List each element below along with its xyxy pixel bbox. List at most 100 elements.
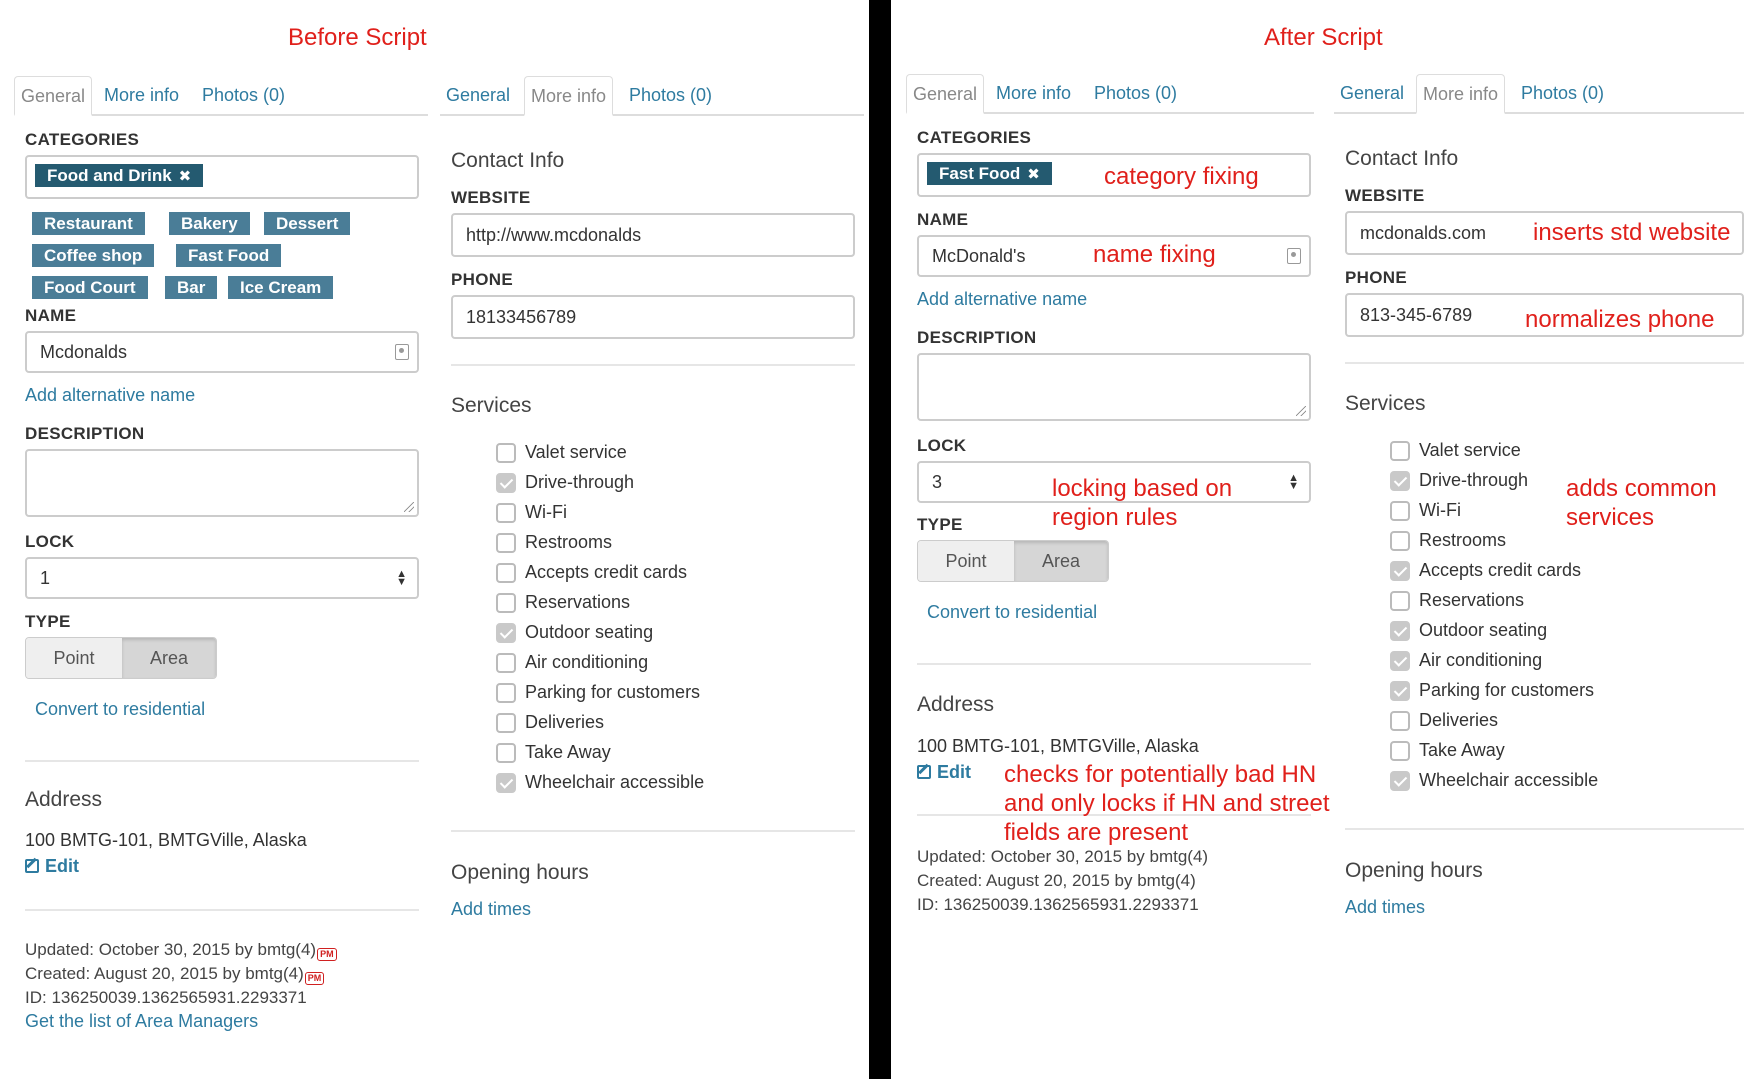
service-item[interactable]: Parking for customers [1390,680,1594,701]
service-item[interactable]: Wi-Fi [1390,500,1461,521]
service-checkbox[interactable] [496,712,516,733]
tab-more-info[interactable]: More info [524,76,614,116]
add-alternative-name-link[interactable]: Add alternative name [25,385,195,406]
service-item[interactable]: Reservations [496,592,630,613]
resize-handle-icon[interactable] [1296,406,1306,416]
category-suggestion[interactable]: Dessert [264,212,351,235]
edit-address-link[interactable]: Edit [917,762,971,783]
service-checkbox[interactable] [496,442,516,463]
tab-general[interactable]: General [440,76,516,116]
service-item[interactable]: Accepts credit cards [1390,560,1581,581]
service-checkbox[interactable] [496,532,516,553]
description-textarea[interactable] [917,353,1311,421]
category-suggestion[interactable]: Bar [165,276,218,299]
resize-handle-icon[interactable] [404,502,414,512]
description-textarea[interactable] [25,449,419,517]
service-checkbox[interactable] [496,472,516,493]
type-toggle: Point Area [917,540,1109,582]
service-item[interactable]: Deliveries [1390,710,1498,731]
tab-general[interactable]: General [14,76,93,116]
service-checkbox[interactable] [1390,500,1410,521]
selected-category-chip[interactable]: Food and Drink ✖ [35,164,204,187]
selected-category-chip[interactable]: Fast Food ✖ [927,162,1052,185]
service-checkbox[interactable] [1390,710,1410,731]
service-checkbox[interactable] [1390,740,1410,761]
service-checkbox[interactable] [496,502,516,523]
service-item[interactable]: Outdoor seating [1390,620,1547,641]
phone-input[interactable]: 18133456789 [451,295,855,339]
service-checkbox[interactable] [496,592,516,613]
convert-to-residential-link[interactable]: Convert to residential [927,602,1097,623]
service-item[interactable]: Wheelchair accessible [1390,770,1598,791]
service-item[interactable]: Parking for customers [496,682,700,703]
service-item[interactable]: Restrooms [1390,530,1506,551]
service-item[interactable]: Drive-through [496,472,634,493]
service-item[interactable]: Valet service [496,442,627,463]
tab-photos[interactable]: Photos (0) [623,76,718,116]
service-checkbox[interactable] [1390,470,1410,491]
tab-more-info[interactable]: More info [1416,74,1506,114]
type-area-button[interactable]: Area [122,638,216,678]
divider [25,760,419,762]
service-item[interactable]: Reservations [1390,590,1524,611]
service-item[interactable]: Outdoor seating [496,622,653,643]
tab-photos[interactable]: Photos (0) [1515,74,1610,114]
add-times-link[interactable]: Add times [1345,897,1425,918]
category-suggestion[interactable]: Fast Food [176,244,282,267]
tab-general[interactable]: General [1334,74,1410,114]
service-checkbox[interactable] [496,742,516,763]
pm-icon[interactable]: PM [317,948,337,961]
service-checkbox[interactable] [1390,590,1410,611]
service-checkbox[interactable] [1390,530,1410,551]
add-times-link[interactable]: Add times [451,899,531,920]
area-managers-link[interactable]: Get the list of Area Managers [25,1011,258,1032]
pm-icon[interactable]: PM [304,972,325,985]
tab-more-info[interactable]: More info [98,76,185,116]
service-item[interactable]: Drive-through [1390,470,1528,491]
service-checkbox[interactable] [1390,440,1410,461]
type-point-button[interactable]: Point [918,541,1014,581]
service-item[interactable]: Accepts credit cards [496,562,687,583]
service-item[interactable]: Deliveries [496,712,604,733]
name-input[interactable]: Mcdonalds [25,331,419,373]
category-suggestion[interactable]: Restaurant [32,212,145,235]
add-alternative-name-link[interactable]: Add alternative name [917,289,1087,310]
divider [1345,828,1744,830]
tab-general[interactable]: General [906,74,985,114]
divider [451,830,855,832]
website-input[interactable]: http://www.mcdonalds [451,213,855,257]
service-checkbox[interactable] [496,562,516,583]
convert-to-residential-link[interactable]: Convert to residential [35,699,205,720]
service-checkbox[interactable] [496,652,516,673]
service-item[interactable]: Air conditioning [1390,650,1542,671]
tab-more-info[interactable]: More info [990,74,1077,114]
service-label: Restrooms [1419,530,1507,550]
service-item[interactable]: Wi-Fi [496,502,567,523]
category-suggestion[interactable]: Bakery [169,212,250,235]
service-checkbox[interactable] [1390,560,1410,581]
service-item[interactable]: Valet service [1390,440,1521,461]
service-item[interactable]: Air conditioning [496,652,648,673]
category-suggestion[interactable]: Ice Cream [228,276,334,299]
service-checkbox[interactable] [1390,620,1410,641]
service-item[interactable]: Take Away [1390,740,1505,761]
service-checkbox[interactable] [1390,650,1410,671]
remove-icon[interactable]: ✖ [179,168,192,185]
remove-icon[interactable]: ✖ [1027,166,1040,183]
type-area-button[interactable]: Area [1014,541,1108,581]
service-item[interactable]: Wheelchair accessible [496,772,704,793]
service-checkbox[interactable] [1390,770,1410,791]
service-item[interactable]: Take Away [496,742,611,763]
category-suggestion[interactable]: Coffee shop [32,244,155,267]
service-checkbox[interactable] [496,682,516,703]
service-checkbox[interactable] [1390,680,1410,701]
edit-address-link[interactable]: Edit [25,856,79,877]
tab-photos[interactable]: Photos (0) [196,76,291,116]
service-checkbox[interactable] [496,772,516,793]
service-checkbox[interactable] [496,622,516,643]
tab-photos[interactable]: Photos (0) [1088,74,1183,114]
type-point-button[interactable]: Point [26,638,122,678]
category-suggestion[interactable]: Food Court [32,276,148,299]
service-item[interactable]: Restrooms [496,532,612,553]
lock-select[interactable]: 1 ▲ ▼ [25,557,419,599]
